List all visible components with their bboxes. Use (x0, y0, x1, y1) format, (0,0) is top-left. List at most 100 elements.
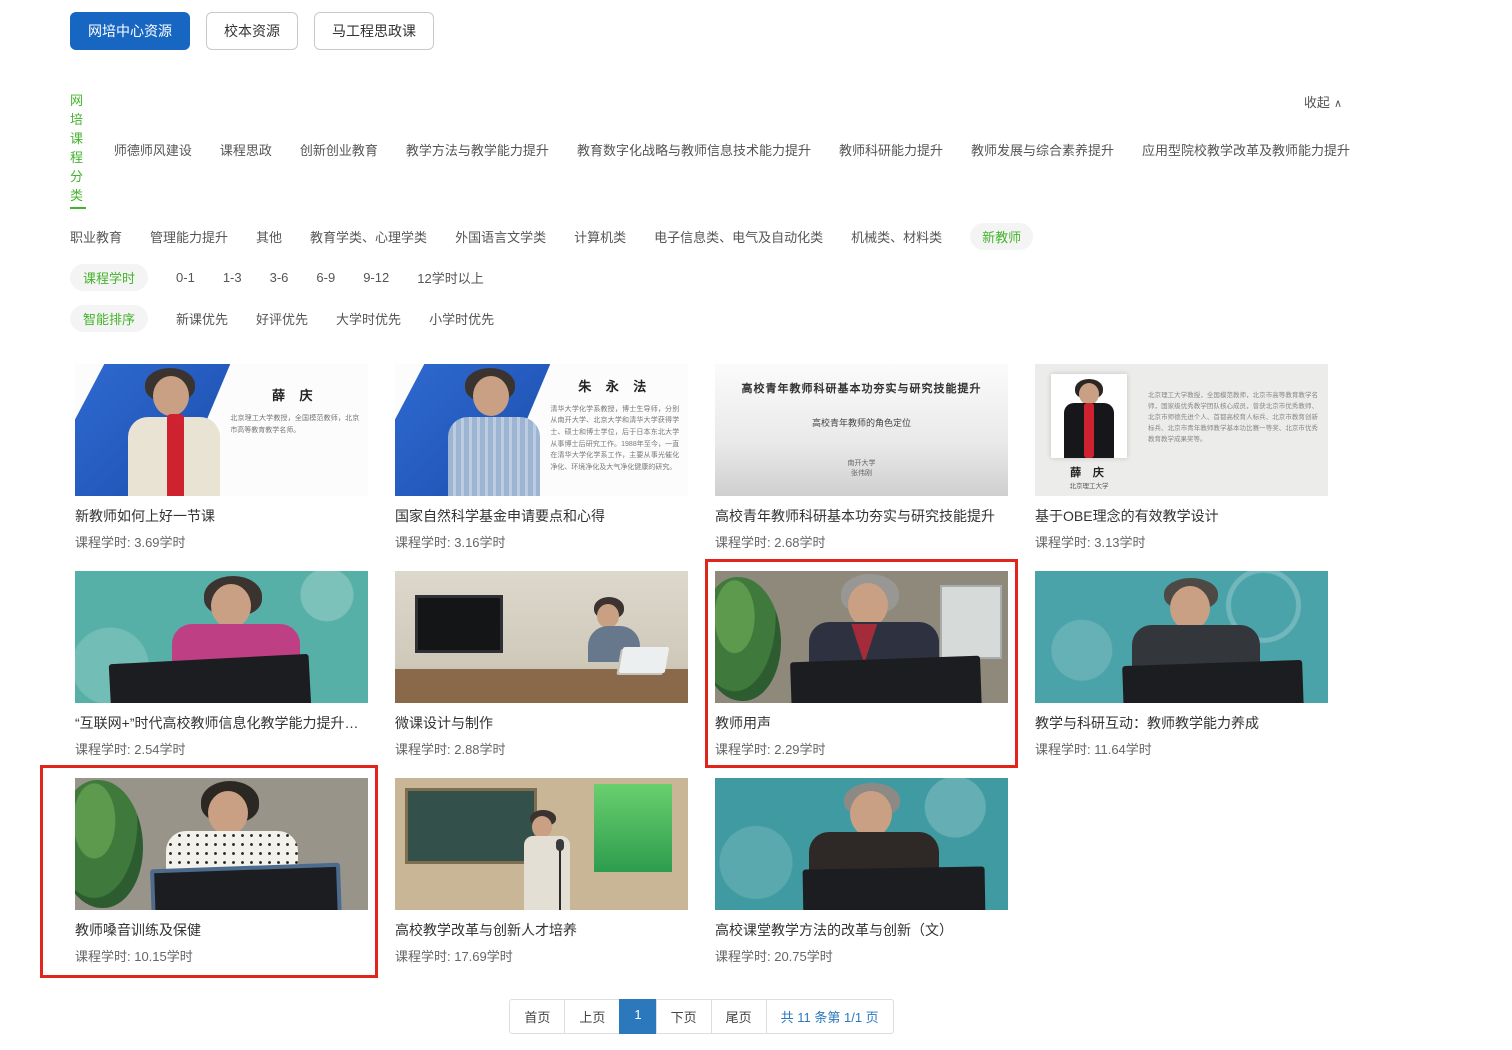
category-item[interactable]: 课程思政 (220, 140, 272, 159)
hours-option[interactable]: 3-6 (270, 270, 289, 285)
red-scarf-graphic (1084, 403, 1094, 458)
person-head-graphic (848, 583, 888, 627)
course-hours: 课程学时: 2.54学时 (75, 739, 368, 758)
monitor-graphic (150, 863, 342, 910)
filter-panel: 网培课程分类 师德师风建设 课程思政 创新创业教育 教学方法与教学能力提升 教育… (70, 90, 1350, 332)
course-hours: 课程学时: 11.64学时 (1035, 739, 1328, 758)
course-title[interactable]: 高校课堂教学方法的改革与创新（文） (715, 920, 1008, 940)
course-title[interactable]: 新教师如何上好一节课 (75, 506, 368, 526)
category-item[interactable]: 教师发展与综合素养提升 (971, 140, 1114, 159)
category-item[interactable]: 教学方法与教学能力提升 (406, 140, 549, 159)
course-title[interactable]: 教学与科研互动：教师教学能力养成 (1035, 713, 1328, 733)
green-screen-graphic (594, 784, 672, 872)
category-item[interactable]: 教师科研能力提升 (839, 140, 943, 159)
pagination-next-button[interactable]: 下页 (656, 999, 712, 1034)
course-title[interactable]: 国家自然科学基金申请要点和心得 (395, 506, 688, 526)
course-hours: 课程学时: 3.69学时 (75, 532, 368, 551)
category-item[interactable]: 其他 (256, 227, 282, 246)
category-item-new-teacher-selected[interactable]: 新教师 (970, 223, 1033, 250)
resource-tabs: 网培中心资源 校本资源 马工程思政课 (70, 12, 1512, 50)
course-thumbnail[interactable] (715, 778, 1008, 910)
tv-screen-graphic (415, 595, 503, 653)
course-thumbnail[interactable] (75, 778, 368, 910)
course-title[interactable]: 高校青年教师科研基本功夯实与研究技能提升 (715, 506, 1008, 526)
hours-option[interactable]: 6-9 (316, 270, 335, 285)
course-thumbnail[interactable]: 朱 永 法 清华大学化学系教授，博士生导师，分别从南开大学、北京大学和清华大学获… (395, 364, 688, 496)
category-item[interactable]: 应用型院校教学改革及教师能力提升 (1142, 140, 1350, 159)
category-filter-label: 网培课程分类 (70, 90, 86, 209)
hours-option[interactable]: 0-1 (176, 270, 195, 285)
course-title[interactable]: 教师嗓音训练及保健 (75, 920, 368, 940)
course-thumbnail[interactable] (395, 778, 688, 910)
course-grid: 薛 庆 北京理工大学教授，全国模范教师，北京市高等教育教学名师。 新教师如何上好… (75, 364, 1328, 965)
course-thumbnail[interactable]: 高校青年教师科研基本功夯实与研究技能提升 高校青年教师的角色定位 南开大学 张伟… (715, 364, 1008, 496)
course-thumbnail[interactable]: 薛 庆 北京理工大学 北京理工大学教授，全国模范教师，北京市高等教育教学名师，国… (1035, 364, 1328, 496)
person-body-graphic (448, 417, 540, 496)
pagination-summary: 共 11 条第 1/1 页 (766, 999, 894, 1034)
course-thumbnail[interactable] (395, 571, 688, 703)
pagination-first-button[interactable]: 首页 (509, 999, 565, 1034)
tab-ma-gong-cheng[interactable]: 马工程思政课 (314, 12, 434, 50)
category-item[interactable]: 创新创业教育 (300, 140, 378, 159)
category-item[interactable]: 外国语言文学类 (455, 227, 546, 246)
whiteboard-graphic (940, 585, 1002, 659)
category-item[interactable]: 师德师风建设 (114, 140, 192, 159)
category-item[interactable]: 教育学类、心理学类 (310, 227, 427, 246)
category-item[interactable]: 职业教育 (70, 227, 122, 246)
filter-row-categories-2: 职业教育 管理能力提升 其他 教育学类、心理学类 外国语言文学类 计算机类 电子… (70, 223, 1350, 250)
course-title[interactable]: 基于OBE理念的有效教学设计 (1035, 506, 1328, 526)
microphone-stand-graphic (559, 847, 561, 910)
sort-option[interactable]: 大学时优先 (336, 309, 401, 328)
course-card: 微课设计与制作 课程学时: 2.88学时 (395, 571, 688, 758)
collapse-link[interactable]: 收起∧ (1304, 92, 1342, 111)
person-head-graphic (208, 791, 248, 835)
course-title[interactable]: 微课设计与制作 (395, 713, 688, 733)
hours-option[interactable]: 9-12 (363, 270, 389, 285)
photo-frame-graphic (1051, 374, 1127, 458)
sort-option[interactable]: 小学时优先 (429, 309, 494, 328)
hours-option[interactable]: 12学时以上 (417, 268, 483, 287)
pagination-current-page[interactable]: 1 (619, 999, 656, 1034)
course-hours: 课程学时: 2.68学时 (715, 532, 1008, 551)
course-card: 薛 庆 北京理工大学教授，全国模范教师，北京市高等教育教学名师。 新教师如何上好… (75, 364, 368, 551)
pagination-prev-button[interactable]: 上页 (564, 999, 620, 1034)
course-thumbnail[interactable] (75, 571, 368, 703)
course-title[interactable]: 高校教学改革与创新人才培养 (395, 920, 688, 940)
person-head-graphic (1170, 586, 1210, 630)
course-hours-filter-label: 课程学时 (70, 264, 148, 291)
red-scarf-graphic (167, 414, 184, 496)
sort-option[interactable]: 好评优先 (256, 309, 308, 328)
category-item[interactable]: 教育数字化战略与教师信息技术能力提升 (577, 140, 811, 159)
hours-option[interactable]: 1-3 (223, 270, 242, 285)
course-title[interactable]: “互联网+”时代高校教师信息化教学能力提升——... (75, 713, 368, 733)
tab-online-training-center[interactable]: 网培中心资源 (70, 12, 190, 50)
course-card: 高校教学改革与创新人才培养 课程学时: 17.69学时 (395, 778, 688, 965)
course-thumbnail[interactable]: 薛 庆 北京理工大学教授，全国模范教师，北京市高等教育教学名师。 (75, 364, 368, 496)
category-item[interactable]: 计算机类 (574, 227, 626, 246)
lecturer-organization: 北京理工大学 (1051, 480, 1127, 490)
course-hours: 课程学时: 2.29学时 (715, 739, 1008, 758)
pagination-last-button[interactable]: 尾页 (711, 999, 767, 1034)
person-head-graphic (597, 604, 619, 628)
tab-school-resources[interactable]: 校本资源 (206, 12, 298, 50)
lecturer-intro-text: 薛 庆 北京理工大学教授，全国模范教师，北京市高等教育教学名师。 (230, 385, 359, 436)
filter-row-hours: 课程学时 0-1 1-3 3-6 6-9 9-12 12学时以上 (70, 264, 1350, 291)
monitor-graphic (109, 654, 312, 703)
course-card: 薛 庆 北京理工大学 北京理工大学教授，全国模范教师，北京市高等教育教学名师，国… (1035, 364, 1328, 551)
monitor-graphic (802, 866, 985, 910)
course-hours: 课程学时: 17.69学时 (395, 946, 688, 965)
category-item[interactable]: 电子信息类、电气及自动化类 (654, 227, 823, 246)
person-head-graphic (211, 584, 251, 628)
course-thumbnail[interactable] (1035, 571, 1328, 703)
pagination-wrap: 首页 上页 1 下页 尾页 共 11 条第 1/1 页 (75, 999, 1328, 1034)
course-thumbnail[interactable] (715, 571, 1008, 703)
course-hours: 课程学时: 3.16学时 (395, 532, 688, 551)
slide-author-text: 张伟刚 (715, 468, 1008, 478)
category-item[interactable]: 管理能力提升 (150, 227, 228, 246)
course-card: 教学与科研互动：教师教学能力养成 课程学时: 11.64学时 (1035, 571, 1328, 758)
course-hours: 课程学时: 2.88学时 (395, 739, 688, 758)
category-item[interactable]: 机械类、材料类 (851, 227, 942, 246)
sort-option[interactable]: 新课优先 (176, 309, 228, 328)
course-title[interactable]: 教师用声 (715, 713, 1008, 733)
lecturer-name: 薛 庆 (1051, 464, 1127, 480)
